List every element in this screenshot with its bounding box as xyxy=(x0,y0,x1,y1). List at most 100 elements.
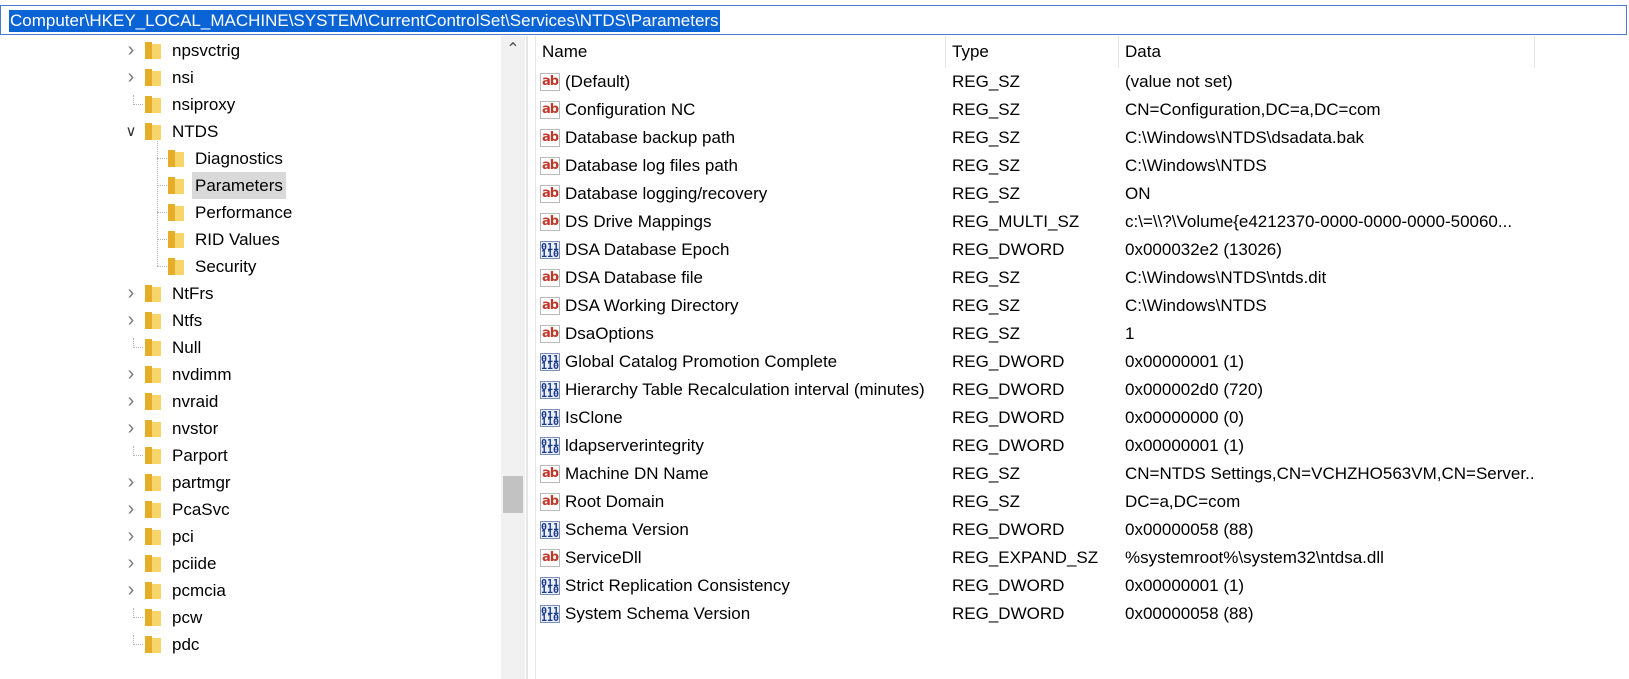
value-name: DSA Working Directory xyxy=(565,296,739,315)
tree-connector xyxy=(157,212,167,213)
tree-connector xyxy=(157,158,167,159)
table-row[interactable]: ab Database log files path REG_SZ C:\Window… xyxy=(536,152,1629,180)
tree-item-label: Ntfs xyxy=(172,311,203,330)
table-row[interactable]: 011 110 ldapserverintegrity REG_DWORD 0x0000… xyxy=(536,432,1629,460)
table-row[interactable]: 011 110 Schema Version REG_DWORD 0x00000058 … xyxy=(536,516,1629,544)
chevron-right-icon[interactable]: › xyxy=(124,37,138,64)
column-header-name[interactable]: Name xyxy=(536,36,946,68)
value-data: 0x00000000 (0) xyxy=(1125,408,1245,427)
value-name: Machine DN Name xyxy=(565,464,709,483)
tree-item-label: partmgr xyxy=(172,473,231,492)
column-header-data[interactable]: Data xyxy=(1119,36,1535,68)
reg-string-icon: ab xyxy=(540,213,560,231)
list-header: Name Type Data xyxy=(536,36,1629,68)
value-data: CN=NTDS Settings,CN=VCHZHO563VM,CN=Serve… xyxy=(1125,464,1535,483)
values-list[interactable]: Name Type Data ab (Default) REG_SZ (value n… xyxy=(535,36,1629,679)
chevron-right-icon[interactable]: › xyxy=(124,388,138,415)
tree-item-label: Parameters xyxy=(192,172,286,199)
table-row[interactable]: ab (Default) REG_SZ (value not set) xyxy=(536,68,1629,96)
value-name: ServiceDll xyxy=(565,548,642,567)
table-row[interactable]: 011 110 DSA Database Epoch REG_DWORD 0x00003… xyxy=(536,236,1629,264)
tree-item-label: Parport xyxy=(172,446,228,465)
chevron-right-icon[interactable]: › xyxy=(124,307,138,334)
reg-string-icon: ab xyxy=(540,101,560,119)
chevron-right-icon[interactable]: › xyxy=(124,577,138,604)
value-type: REG_DWORD xyxy=(952,240,1065,259)
reg-binary-icon: 011 110 xyxy=(540,577,560,596)
table-row[interactable]: ab DsaOptions REG_SZ 1 xyxy=(536,320,1629,348)
tree-item-label: nvstor xyxy=(172,419,219,438)
folder-icon xyxy=(168,150,184,167)
table-row[interactable]: ab Root Domain REG_SZ DC=a,DC=com xyxy=(536,488,1629,516)
table-row[interactable]: ab DS Drive Mappings REG_MULTI_SZ c:\=\\?\V… xyxy=(536,208,1629,236)
value-name: IsClone xyxy=(565,408,623,427)
value-name: Strict Replication Consistency xyxy=(565,576,790,595)
value-name: Schema Version xyxy=(565,520,689,539)
table-row[interactable]: 011 110 Strict Replication Consistency REG_… xyxy=(536,572,1629,600)
chevron-right-icon[interactable]: › xyxy=(124,523,138,550)
reg-binary-icon: 011 110 xyxy=(540,521,560,540)
value-name: Global Catalog Promotion Complete xyxy=(565,352,838,371)
value-data: C:\Windows\NTDS\ntds.dit xyxy=(1125,268,1327,287)
chevron-right-icon[interactable]: › xyxy=(124,280,138,307)
table-row[interactable]: 011 110 Global Catalog Promotion Complete R… xyxy=(536,348,1629,376)
reg-string-icon: ab xyxy=(540,549,560,567)
reg-binary-icon: 011 110 xyxy=(540,605,560,624)
value-name: DsaOptions xyxy=(565,324,654,343)
chevron-right-icon[interactable]: › xyxy=(124,550,138,577)
tree-connector xyxy=(133,104,143,105)
tree-connector xyxy=(133,455,143,456)
table-row[interactable]: 011 110 System Schema Version REG_DWORD 0x00… xyxy=(536,600,1629,628)
folder-icon xyxy=(145,123,161,140)
value-data: 0x00000001 (1) xyxy=(1125,436,1245,455)
tree-connector xyxy=(133,644,143,645)
folder-icon xyxy=(145,528,161,545)
table-row[interactable]: 011 110 Hierarchy Table Recalculation inte… xyxy=(536,376,1629,404)
chevron-right-icon[interactable]: › xyxy=(124,64,138,91)
tree-scrollbar[interactable]: ⌃ xyxy=(501,36,525,679)
value-type: REG_DWORD xyxy=(952,408,1065,427)
folder-icon xyxy=(145,474,161,491)
address-bar[interactable]: Computer\HKEY_LOCAL_MACHINE\SYSTEM\Curre… xyxy=(0,5,1627,35)
table-row[interactable]: 011 110 IsClone REG_DWORD 0x00000000 (0) xyxy=(536,404,1629,432)
table-row[interactable]: ab Database logging/recovery REG_SZ ON xyxy=(536,180,1629,208)
table-row[interactable]: ab Machine DN Name REG_SZ CN=NTDS Settings,… xyxy=(536,460,1629,488)
table-row[interactable]: ab DSA Working Directory REG_SZ C:\Windows\… xyxy=(536,292,1629,320)
chevron-down-icon[interactable]: ∨ xyxy=(124,118,138,145)
table-row[interactable]: ab Configuration NC REG_SZ CN=Configuration… xyxy=(536,96,1629,124)
column-header-type[interactable]: Type xyxy=(946,36,1119,68)
registry-tree[interactable]: › npsvctrig › nsi nsiproxy ∨ NTDS Diagnostics Pa… xyxy=(0,36,527,679)
folder-icon xyxy=(145,96,161,113)
chevron-right-icon[interactable]: › xyxy=(124,496,138,523)
chevron-right-icon[interactable]: › xyxy=(124,361,138,388)
chevron-right-icon[interactable]: › xyxy=(124,415,138,442)
reg-binary-icon: 011 110 xyxy=(540,437,560,456)
folder-icon xyxy=(145,555,161,572)
value-name: ldapserverintegrity xyxy=(565,436,704,455)
tree-connector xyxy=(133,635,134,645)
tree-connector xyxy=(133,347,143,348)
value-name: Database logging/recovery xyxy=(565,184,768,203)
tree-connector xyxy=(157,141,158,266)
value-name: (Default) xyxy=(565,72,631,91)
tree-item-label: NtFrs xyxy=(172,284,214,303)
value-type: REG_SZ xyxy=(952,268,1021,287)
table-row[interactable]: ab ServiceDll REG_EXPAND_SZ %systemroot%\sy… xyxy=(536,544,1629,572)
tree-item-label: nvraid xyxy=(172,392,219,411)
value-data: 0x00000001 (1) xyxy=(1125,576,1245,595)
pane-splitter[interactable] xyxy=(527,36,535,679)
table-row[interactable]: ab Database backup path REG_SZ C:\Windows\N… xyxy=(536,124,1629,152)
chevron-right-icon[interactable]: › xyxy=(124,469,138,496)
reg-binary-icon: 011 110 xyxy=(540,381,560,400)
chevron-up-icon[interactable]: ⌃ xyxy=(501,40,525,60)
folder-icon xyxy=(168,204,184,221)
value-name: DSA Database file xyxy=(565,268,703,287)
folder-icon xyxy=(145,609,161,626)
folder-icon xyxy=(168,177,184,194)
table-row[interactable]: ab DSA Database file REG_SZ C:\Windows\NTDS… xyxy=(536,264,1629,292)
value-name: Database log files path xyxy=(565,156,738,175)
address-path[interactable]: Computer\HKEY_LOCAL_MACHINE\SYSTEM\Curre… xyxy=(9,10,720,32)
tree-scrollbar-thumb[interactable] xyxy=(503,476,523,513)
reg-string-icon: ab xyxy=(540,185,560,203)
value-data: 0x00000058 (88) xyxy=(1125,604,1254,623)
